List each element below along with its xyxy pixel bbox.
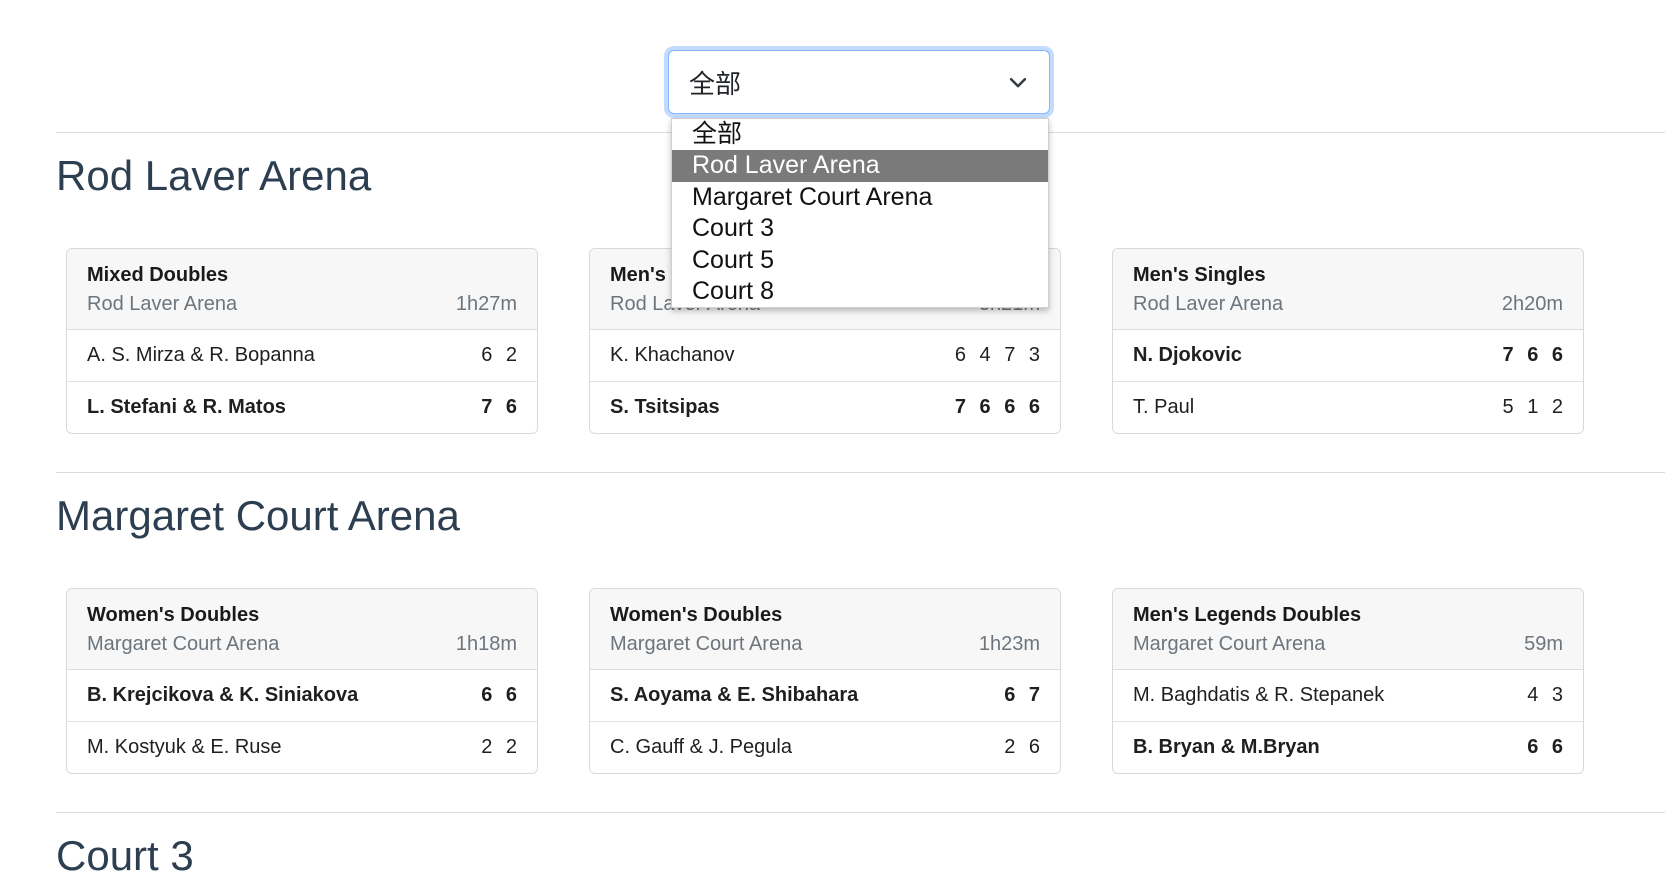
section-title: Court 3 — [56, 832, 194, 879]
match-venue-row: Rod Laver Arena 1h27m — [87, 289, 517, 319]
page: Rod Laver Arena Mixed Doubles Rod Laver … — [0, 0, 1665, 884]
team-score: 6 4 7 3 — [954, 344, 1044, 366]
team-name: B. Bryan & M.Bryan — [1133, 735, 1320, 758]
match-venue-row: Margaret Court Arena 1h18m — [87, 629, 517, 659]
team-name: N. Djokovic — [1133, 344, 1242, 366]
team-row: K. Khachanov 6 4 7 3 — [590, 330, 1060, 381]
match-duration: 59m — [1524, 633, 1563, 655]
team-name: S. Aoyama & E. Shibahara — [610, 684, 859, 706]
team-row-winner: N. Djokovic 7 6 6 — [1113, 330, 1583, 381]
team-row-winner: B. Krejcikova & K. Siniakova 6 6 — [67, 670, 537, 721]
team-row: M. Kostyuk & E. Ruse 2 2 — [67, 721, 537, 772]
team-score: 2 2 — [481, 735, 521, 758]
match-event: Women's Doubles — [610, 604, 783, 626]
match-event: Men's Legends Doubles — [1133, 604, 1362, 626]
team-score: 6 6 — [481, 684, 521, 706]
section-divider — [56, 472, 1665, 473]
match-venue: Margaret Court Arena — [610, 633, 803, 655]
team-name: T. Paul — [1133, 395, 1195, 418]
match-card-header: Mixed Doubles Rod Laver Arena 1h27m — [67, 249, 537, 330]
court-filter-value: 全部 — [689, 68, 742, 99]
chevron-down-icon — [1009, 78, 1027, 88]
match-event: Mixed Doubles — [87, 264, 229, 286]
team-name: C. Gauff & J. Pegula — [610, 735, 792, 758]
team-row-winner: L. Stefani & R. Matos 7 6 — [67, 381, 537, 432]
team-row: T. Paul 5 1 2 — [1113, 381, 1583, 432]
match-venue-row: Rod Laver Arena 2h20m — [1133, 289, 1563, 319]
team-score: 6 6 — [1527, 735, 1567, 758]
team-score: 6 7 — [1004, 684, 1044, 706]
team-name: L. Stefani & R. Matos — [87, 395, 286, 418]
team-row: A. S. Mirza & R. Bopanna 6 2 — [67, 330, 537, 381]
match-card-header: Women's Doubles Margaret Court Arena 1h2… — [590, 589, 1060, 670]
team-score: 4 3 — [1527, 684, 1567, 706]
court-option-all[interactable]: 全部 — [672, 119, 1048, 150]
team-row: C. Gauff & J. Pegula 2 6 — [590, 721, 1060, 772]
team-score: 6 2 — [481, 344, 521, 366]
match-card[interactable]: Women's Doubles Margaret Court Arena 1h2… — [589, 588, 1061, 774]
match-card[interactable]: Men's Legends Doubles Margaret Court Are… — [1112, 588, 1584, 774]
match-duration: 1h27m — [455, 293, 517, 315]
team-row-winner: S. Aoyama & E. Shibahara 6 7 — [590, 670, 1060, 721]
court-option-court-8[interactable]: Court 8 — [672, 276, 1048, 307]
section-margaret-court-arena: Margaret Court Arena Women's Doubles Mar… — [56, 472, 1665, 812]
match-venue: Rod Laver Arena — [1133, 293, 1284, 315]
match-duration: 2h20m — [1501, 293, 1563, 315]
match-venue-row: Margaret Court Arena 59m — [1133, 629, 1563, 659]
match-duration: 1h18m — [455, 633, 517, 655]
team-score: 7 6 6 6 — [954, 395, 1044, 418]
team-score: 2 6 — [1004, 735, 1044, 758]
match-event: Men's Singles — [1133, 264, 1266, 286]
section-title: Rod Laver Arena — [56, 152, 372, 199]
team-name: A. S. Mirza & R. Bopanna — [87, 344, 315, 366]
section-court-3: Court 3 — [56, 812, 1665, 884]
team-row-winner: S. Tsitsipas 7 6 6 6 — [590, 381, 1060, 432]
match-venue: Margaret Court Arena — [1133, 633, 1326, 655]
team-name: S. Tsitsipas — [610, 395, 720, 418]
team-row-winner: B. Bryan & M.Bryan 6 6 — [1113, 721, 1583, 772]
court-option-court-3[interactable]: Court 3 — [672, 213, 1048, 244]
match-card-header: Men's Legends Doubles Margaret Court Are… — [1113, 589, 1583, 670]
match-venue-row: Margaret Court Arena 1h23m — [610, 629, 1040, 659]
match-card[interactable]: Men's Singles Rod Laver Arena 2h20m N. D… — [1112, 248, 1584, 434]
team-name: B. Krejcikova & K. Siniakova — [87, 684, 359, 706]
match-card-header: Men's Singles Rod Laver Arena 2h20m — [1113, 249, 1583, 330]
match-card[interactable]: Mixed Doubles Rod Laver Arena 1h27m A. S… — [66, 248, 538, 434]
section-divider — [56, 812, 1665, 813]
court-filter: 全部 全部 Rod Laver Arena Margaret Court Are… — [668, 50, 1050, 309]
team-score: 5 1 2 — [1502, 395, 1567, 418]
team-row: M. Baghdatis & R. Stepanek 4 3 — [1113, 670, 1583, 721]
match-venue: Rod Laver Arena — [87, 293, 238, 315]
court-filter-select[interactable]: 全部 — [668, 50, 1050, 114]
court-option-margaret-court-arena[interactable]: Margaret Court Arena — [672, 182, 1048, 213]
court-filter-options: 全部 Rod Laver Arena Margaret Court Arena … — [671, 118, 1049, 309]
court-option-rod-laver-arena[interactable]: Rod Laver Arena — [672, 150, 1048, 182]
team-name: K. Khachanov — [610, 344, 735, 366]
team-score: 7 6 — [481, 395, 521, 418]
team-name: M. Kostyuk & E. Ruse — [87, 735, 282, 758]
match-card[interactable]: Women's Doubles Margaret Court Arena 1h1… — [66, 588, 538, 774]
match-event: Women's Doubles — [87, 604, 260, 626]
court-option-court-5[interactable]: Court 5 — [672, 245, 1048, 276]
match-venue: Margaret Court Arena — [87, 633, 280, 655]
team-name: M. Baghdatis & R. Stepanek — [1133, 684, 1385, 706]
team-score: 7 6 6 — [1502, 344, 1567, 366]
match-duration: 1h23m — [978, 633, 1040, 655]
match-card-header: Women's Doubles Margaret Court Arena 1h1… — [67, 589, 537, 670]
section-title: Margaret Court Arena — [56, 492, 460, 539]
